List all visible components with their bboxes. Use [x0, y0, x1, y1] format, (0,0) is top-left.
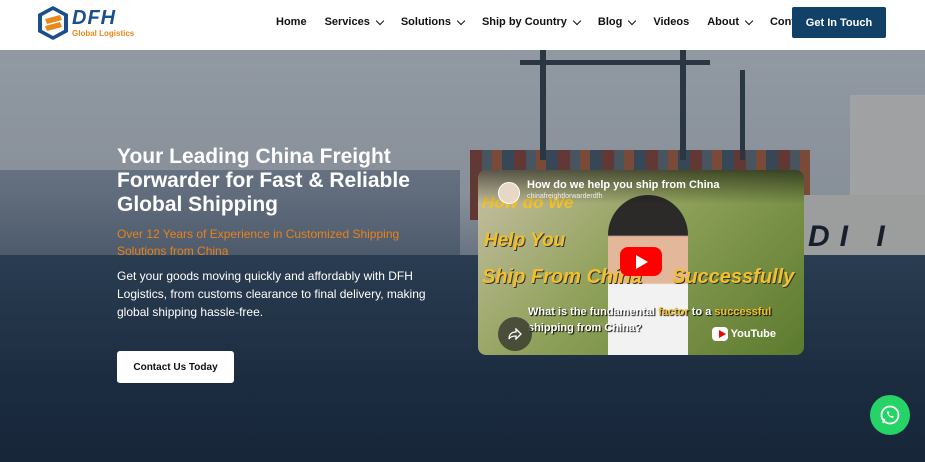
main-nav: Home Services Solutions Ship by Country … [276, 0, 845, 44]
chevron-down-icon [375, 16, 385, 25]
site-header: DFH Global Logistics Home Services Solut… [0, 0, 925, 50]
nav-item-label: Videos [653, 16, 690, 28]
nav-item-blog[interactable]: Blog [597, 16, 637, 28]
get-in-touch-button[interactable]: Get In Touch [792, 7, 886, 38]
youtube-label: YouTube [730, 328, 776, 340]
whatsapp-icon[interactable] [870, 395, 910, 435]
nav-item-label: Services [324, 16, 370, 28]
nav-item-videos[interactable]: Videos [653, 16, 689, 28]
chevron-down-icon [456, 16, 466, 25]
share-arrow-icon [508, 328, 522, 340]
chevron-down-icon [744, 16, 754, 25]
chevron-down-icon [572, 16, 582, 25]
youtube-logo[interactable]: YouTube [712, 324, 776, 344]
hero-subtitle: Over 12 Years of Experience in Customize… [117, 227, 400, 258]
share-icon[interactable] [498, 317, 532, 351]
youtube-video-embed[interactable]: How do We Help You Ship From China Succe… [478, 170, 804, 355]
logo-hexagon-icon [38, 6, 68, 40]
video-overlay-text: Help You [484, 230, 566, 251]
nav-item-home[interactable]: Home [276, 16, 307, 28]
logo-tagline: Global Logistics [72, 29, 135, 38]
hero-title: Your Leading China Freight Forwarder for… [117, 145, 410, 216]
caption-text: What is the fundamental [528, 306, 659, 318]
logo-text: DFH [72, 7, 117, 29]
nav-item-ship-by-country[interactable]: Ship by Country [481, 16, 582, 28]
nav-item-services[interactable]: Services [324, 16, 385, 28]
nav-item-label: Ship by Country [481, 16, 567, 28]
hero-description: Get your goods moving quickly and afford… [117, 269, 426, 319]
caption-text: shipping from China? [528, 322, 642, 334]
video-channel[interactable]: chinafreightforwarderdfh [527, 193, 603, 200]
whatsapp-glyph-icon [880, 405, 900, 425]
nav-item-label: About [707, 16, 739, 28]
nav-item-label: Blog [597, 16, 623, 28]
contact-us-today-button[interactable]: Contact Us Today [117, 351, 234, 383]
nav-item-label: Home [276, 16, 307, 28]
channel-avatar[interactable] [498, 182, 520, 204]
nav-item-about[interactable]: About [707, 16, 754, 28]
nav-item-solutions[interactable]: Solutions [400, 16, 466, 28]
video-overlay-text: Ship From China [482, 266, 642, 288]
chevron-down-icon [628, 16, 637, 25]
video-overlay-text: Successfully [672, 266, 795, 288]
dfh-logo[interactable]: DFH Global Logistics [36, 5, 136, 45]
caption-text: to a [688, 306, 715, 318]
nav-item-label: Solutions [400, 16, 451, 28]
youtube-icon [712, 327, 728, 341]
caption-highlight: successful [714, 306, 772, 318]
play-icon[interactable] [620, 247, 662, 276]
hero-section: DI I Your Leading China Freight Forwarde… [0, 50, 925, 462]
caption-highlight: factor [658, 306, 689, 318]
video-title[interactable]: How do we help you ship from China [527, 179, 720, 191]
